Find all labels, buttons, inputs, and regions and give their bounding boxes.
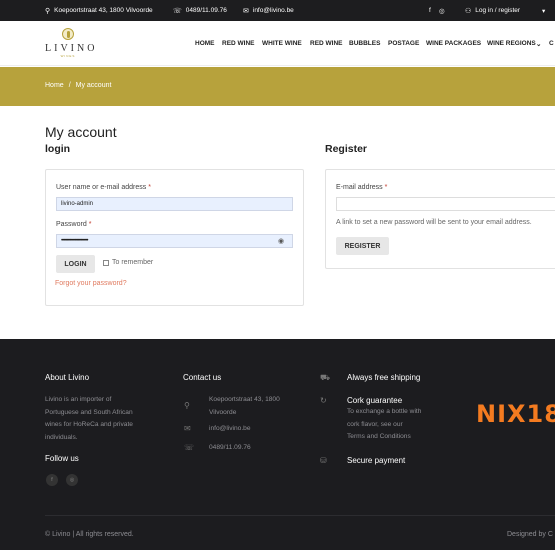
footer-shipping-title: Always free shipping [347, 373, 421, 382]
nav-wine-packages[interactable]: WINE PACKAGES [426, 40, 481, 47]
footer-copyright: © Livino | All rights reserved. [45, 531, 134, 538]
footer-about-text: Livino is an importer of Portuguese and … [45, 394, 133, 444]
breadcrumb-home[interactable]: Home [45, 82, 64, 89]
footer-designed-by[interactable]: Designed by C [507, 531, 553, 538]
footer-about-title: About Livino [45, 373, 90, 382]
location-pin-icon: ⚲ [184, 401, 190, 410]
secure-payment-icon: ⛁ [320, 456, 327, 465]
site-footer [0, 339, 555, 550]
forgot-password-link[interactable]: Forgot your password? [55, 280, 127, 287]
login-register-text: Log in / register [475, 7, 521, 14]
address-line: Vilvoorde [209, 408, 237, 416]
instagram-glyph: ◎ [439, 7, 445, 15]
facebook-icon[interactable]: f [46, 474, 58, 486]
topbar-email[interactable]: ✉ info@livino.be [243, 0, 294, 21]
facebook-icon[interactable]: f [429, 0, 431, 21]
footer-cork-text: To exchange a bottle with cork flavor, s… [347, 406, 421, 444]
address-line: Koepoortstraat 43, 1800 [209, 396, 280, 403]
nav-bubbles[interactable]: BUBBLES [349, 40, 380, 47]
instagram-icon[interactable]: ◎ [439, 0, 445, 21]
about-line: Livino is an importer of [45, 396, 112, 403]
footer-divider [45, 515, 555, 516]
phone-icon: ☏ [184, 443, 195, 452]
register-email-label-text: E-mail address [336, 184, 383, 191]
main-nav: HOME RED WINE WHITE WINE RED WINE BUBBLE… [0, 21, 555, 66]
nav-truncated[interactable]: C [549, 40, 554, 47]
cork-line: cork flavor, see our [347, 420, 403, 428]
mail-icon: ✉ [184, 424, 191, 433]
footer-contact-phone[interactable]: 0489/11.09.76 [209, 442, 251, 455]
eye-icon[interactable]: ◉ [278, 237, 284, 245]
instagram-icon[interactable]: ◎ [66, 474, 78, 486]
username-input[interactable]: livino-admin [56, 197, 293, 211]
username-label-text: User name or e-mail address [56, 184, 147, 191]
nav-white-wine[interactable]: WHITE WINE [262, 40, 302, 47]
chevron-down-icon[interactable]: ⌄ [536, 40, 541, 48]
footer-contact-address: Koepoortstraat 43, 1800 Vilvoorde [209, 394, 280, 419]
register-button[interactable]: REGISTER [336, 237, 389, 255]
topbar-phone[interactable]: ☏ 0489/11.09.76 [173, 0, 227, 21]
register-title: Register [325, 143, 368, 155]
footer-contact-title: Contact us [183, 373, 222, 382]
nav-red-wine[interactable]: RED WINE [222, 40, 255, 47]
mail-icon: ✉ [243, 7, 249, 15]
about-line: individuals. [45, 433, 78, 441]
cart-glyph: ▾ [542, 7, 546, 15]
site-header: LIVINO WINES HOME RED WINE WHITE WINE RE… [0, 21, 555, 66]
required-mark: * [148, 184, 151, 191]
truck-icon: ⛟ [320, 373, 331, 382]
breadcrumb-separator: / [68, 82, 71, 89]
terms-link[interactable]: Terms and Conditions [347, 431, 421, 444]
top-bar: ⚲ Koepoortstraat 43, 1800 Vilvoorde ☏ 04… [0, 0, 555, 21]
password-input[interactable]: •••••••••••••••••••••••• [56, 234, 293, 248]
nav-home[interactable]: HOME [195, 40, 215, 47]
breadcrumb-current: My account [75, 82, 112, 89]
footer-cork-title: Cork guarantee [347, 396, 403, 405]
breadcrumb-band: Home / My account [0, 67, 555, 106]
required-mark: * [88, 221, 92, 228]
register-email-input[interactable] [336, 197, 555, 211]
remember-label: To remember [112, 259, 154, 266]
topbar-address: ⚲ Koepoortstraat 43, 1800 Vilvoorde [45, 0, 153, 21]
topbar-email-text: info@livino.be [252, 7, 294, 14]
login-button[interactable]: LOGIN [56, 255, 95, 273]
required-mark: * [384, 184, 388, 191]
nav-postage[interactable]: POSTAGE [388, 40, 419, 47]
password-label-text: Password [56, 221, 87, 228]
footer-contact-email[interactable]: info@livino.be [209, 423, 251, 436]
about-line: wines for HoReCa and private [45, 421, 133, 428]
topbar-address-text: Koepoortstraat 43, 1800 Vilvoorde [54, 7, 153, 14]
login-register-link[interactable]: ⚇ Log in / register [465, 0, 520, 21]
nav-red-wine-2[interactable]: RED WINE [310, 40, 343, 47]
nix18-logo: NIX18 [476, 400, 555, 428]
register-note: A link to set a new password will be sen… [336, 219, 532, 226]
refresh-icon: ↻ [320, 396, 327, 405]
footer-follow-title: Follow us [45, 454, 79, 463]
register-email-label: E-mail address * [336, 184, 387, 191]
login-title: login [45, 143, 71, 155]
phone-icon: ☏ [173, 7, 182, 15]
breadcrumb: Home / My account [45, 82, 111, 89]
cork-line: To exchange a bottle with [347, 408, 422, 415]
username-label: User name or e-mail address * [56, 184, 151, 191]
page-title: My account [45, 124, 117, 140]
about-line: Portuguese and South African [45, 408, 133, 416]
password-label: Password * [56, 221, 91, 228]
facebook-glyph: f [429, 7, 431, 14]
footer-payment-title: Secure payment [347, 456, 406, 465]
topbar-phone-text: 0489/11.09.76 [185, 7, 227, 14]
user-icon: ⚇ [465, 7, 472, 15]
nav-wine-regions[interactable]: WINE REGIONS [487, 40, 536, 47]
cart-icon[interactable]: ▾ [542, 0, 545, 21]
remember-checkbox[interactable] [103, 260, 109, 266]
location-pin-icon: ⚲ [45, 7, 51, 15]
